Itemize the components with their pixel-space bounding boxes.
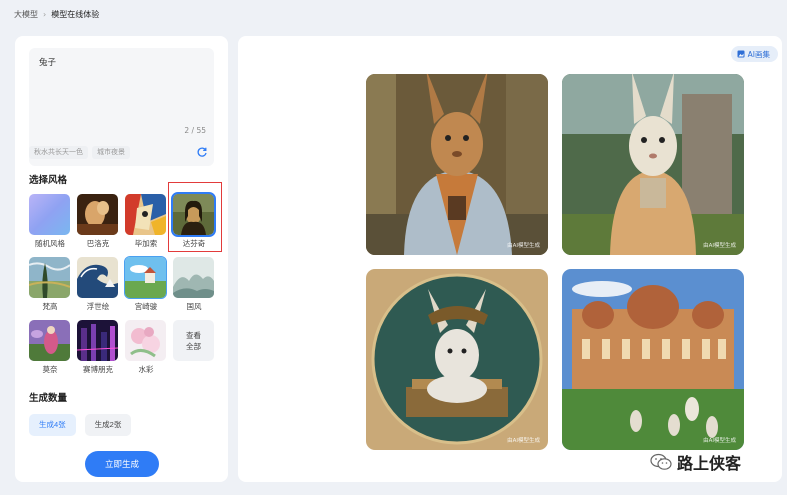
style-picasso-thumb <box>125 194 166 235</box>
chevron-right-icon: › <box>43 10 47 19</box>
view-all-line: 查看 <box>186 330 201 340</box>
style-label: 巴洛克 <box>86 239 110 248</box>
style-section-title: 选择风格 <box>29 175 68 186</box>
style-chinese-thumb <box>173 257 214 298</box>
count-option-4[interactable]: 生成4张 <box>29 414 76 436</box>
style-random[interactable]: 随机风格 <box>29 194 71 249</box>
result-image[interactable]: 由AI模型生成 <box>562 269 744 450</box>
prompt-tag[interactable]: 秋水共长天一色 <box>29 146 88 159</box>
style-baroque[interactable]: 巴洛克 <box>77 194 119 249</box>
style-label: 水彩 <box>138 365 154 374</box>
style-cyberpunk[interactable]: 赛博朋克 <box>77 320 119 375</box>
count-options: 生成4张 生成2张 <box>29 414 132 436</box>
style-ukiyoe-thumb <box>77 257 118 298</box>
view-all-label: 查看 全部 <box>173 320 214 361</box>
result-image[interactable]: 由AI模型生成 <box>562 74 744 255</box>
ai-gallery-label: AI画集 <box>747 49 770 59</box>
style-label: 赛博朋克 <box>83 365 113 374</box>
watermark: 由AI模型生成 <box>507 243 540 249</box>
results-panel: AI画集 由AI模型生成 由AI模型生成 由AI模型生成 由AI模型生成 <box>238 36 782 482</box>
style-ghibli[interactable]: 宫崎骏 <box>124 256 167 312</box>
style-label: 浮世绘 <box>86 302 110 311</box>
count-section-title: 生成数量 <box>29 393 68 404</box>
style-vangogh[interactable]: 梵高 <box>29 257 71 312</box>
watermark: 由AI模型生成 <box>507 438 540 444</box>
style-cyberpunk-thumb <box>77 320 118 361</box>
style-watercolor[interactable]: 水彩 <box>125 320 167 375</box>
watermark: 由AI模型生成 <box>703 438 736 444</box>
ai-gallery-button[interactable]: AI画集 <box>730 46 778 62</box>
style-label: 毕加索 <box>134 239 158 248</box>
brand-watermark: 路上侠客 <box>650 450 741 474</box>
wechat-icon <box>650 453 672 470</box>
brand-name: 路上侠客 <box>677 454 742 473</box>
breadcrumb-current: 模型在线体验 <box>51 10 100 19</box>
view-all-line: 全部 <box>186 341 201 351</box>
style-monet-thumb <box>29 320 70 361</box>
prompt-counter: 2 / 55 <box>184 126 206 135</box>
breadcrumb-parent[interactable]: 大模型 <box>14 9 38 20</box>
style-monet[interactable]: 莫奈 <box>29 320 71 375</box>
count-option-2[interactable]: 生成2张 <box>84 414 132 436</box>
prompt-text[interactable]: 兔子 <box>39 56 56 68</box>
prompt-tag[interactable]: 城市夜景 <box>92 146 130 159</box>
view-all-styles-button[interactable]: 查看 全部 <box>173 320 215 361</box>
style-baroque-thumb <box>77 194 118 235</box>
style-chinese[interactable]: 国风 <box>173 257 215 312</box>
style-picasso[interactable]: 毕加索 <box>125 194 167 249</box>
style-label: 宫崎骏 <box>134 302 158 311</box>
style-vangogh-thumb <box>29 257 70 298</box>
highlight-box <box>168 182 222 252</box>
style-random-thumb <box>29 194 70 235</box>
style-ukiyoe[interactable]: 浮世绘 <box>77 257 119 312</box>
style-label: 莫奈 <box>42 365 58 374</box>
settings-panel: 兔子 2 / 55 秋水共长天一色 城市夜景 选择风格 随机风格 巴洛克 毕加索… <box>15 36 228 482</box>
style-label: 梵高 <box>42 302 58 311</box>
style-watercolor-thumb <box>125 320 166 361</box>
style-label: 随机风格 <box>35 239 65 248</box>
result-image[interactable]: 由AI模型生成 <box>366 74 548 255</box>
prompt-input[interactable]: 兔子 2 / 55 秋水共长天一色 城市夜景 <box>29 48 214 166</box>
refresh-icon[interactable] <box>196 146 208 158</box>
result-image[interactable]: 由AI模型生成 <box>366 269 548 450</box>
style-ghibli-thumb <box>124 256 167 299</box>
style-label: 国风 <box>186 302 202 311</box>
watermark: 由AI模型生成 <box>703 243 736 249</box>
breadcrumb: 大模型 › 模型在线体验 <box>14 9 99 20</box>
image-icon <box>737 50 745 58</box>
generate-button[interactable]: 立即生成 <box>85 451 159 477</box>
